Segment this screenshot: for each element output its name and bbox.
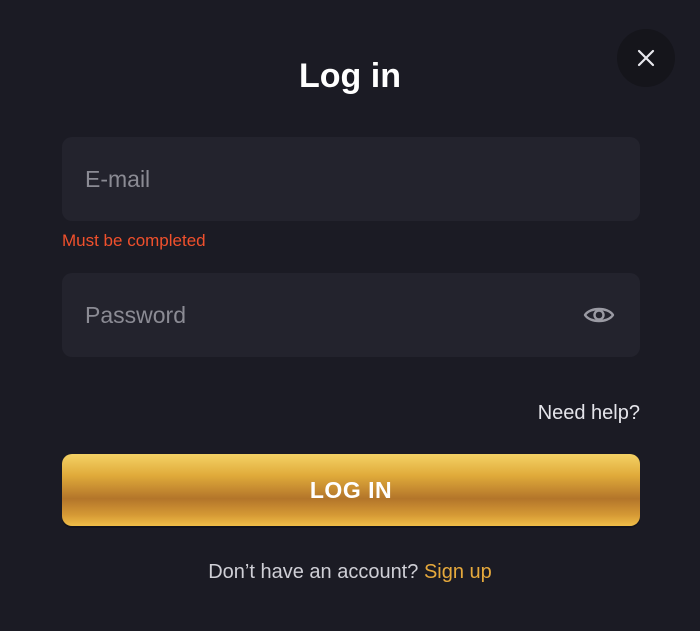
sign-up-link[interactable]: Sign up [424,561,492,583]
no-account-text: Don’t have an account? [208,561,419,583]
email-input[interactable] [62,137,640,221]
login-modal: Log in Must be completed Need help? LOG … [0,0,700,631]
password-field-container [62,273,640,357]
signup-prompt: Don’t have an account? Sign up [0,558,700,586]
email-error-message: Must be completed [62,231,206,250]
eye-icon [583,307,615,323]
need-help-link[interactable]: Need help? [538,400,640,426]
login-button[interactable]: LOG IN [62,454,640,526]
page-title: Log in [299,57,401,95]
show-password-toggle[interactable] [582,300,616,330]
email-field-container [62,137,640,221]
password-input[interactable] [62,273,640,357]
